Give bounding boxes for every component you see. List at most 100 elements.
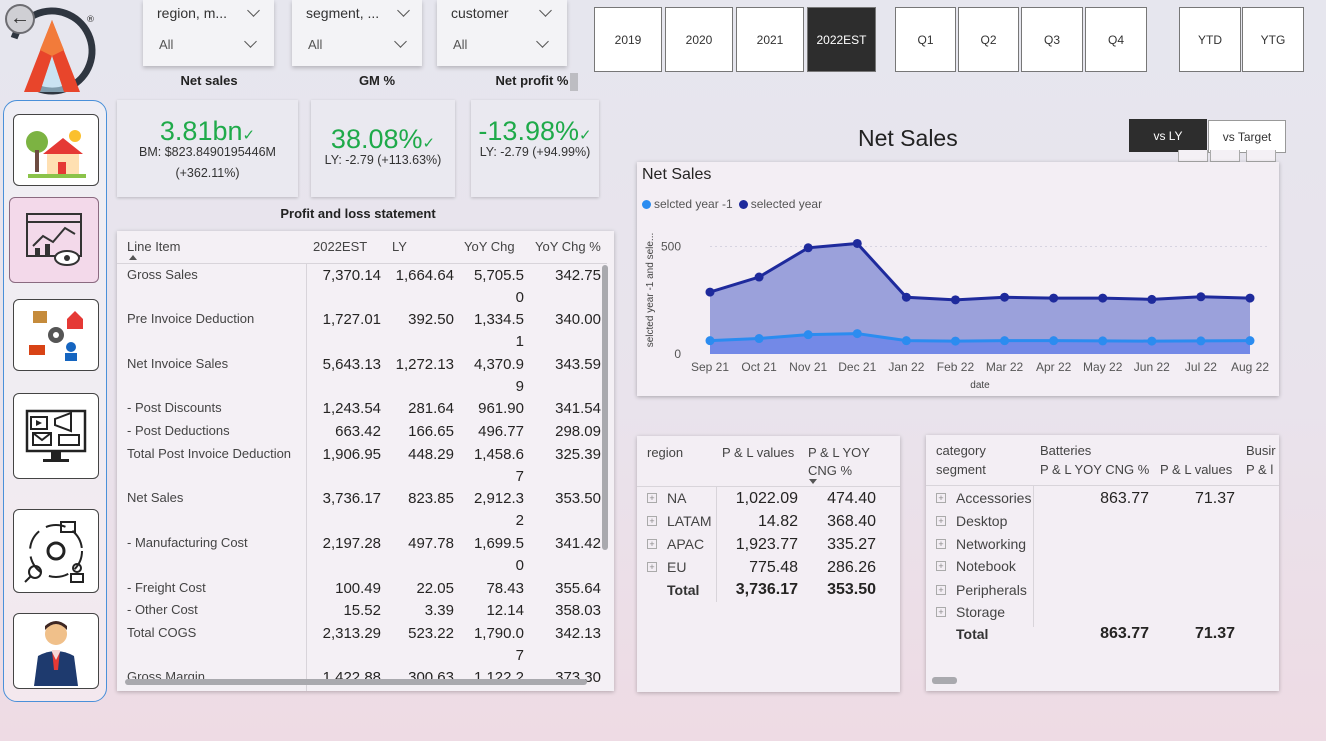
nav-supply-chain-button[interactable] <box>13 299 99 371</box>
expand-icon[interactable]: + <box>936 539 946 549</box>
pl-cell-ly: 1,272.13 <box>395 356 454 373</box>
col-header-pl-yoy[interactable]: P & L YOY <box>808 445 870 460</box>
year-2021-button[interactable]: 2021 <box>736 7 804 72</box>
sort-asc-icon <box>129 255 137 260</box>
segment-slicer[interactable]: segment, ... All <box>292 0 422 66</box>
pl-cell-yoy-chg-pct: 341.42 <box>555 535 601 552</box>
more-options-icon[interactable] <box>1246 150 1276 162</box>
data-point <box>803 330 813 340</box>
data-point <box>1147 336 1157 346</box>
slicer-title: region, m... <box>157 5 228 21</box>
col-header-cng-pct[interactable]: CNG % <box>808 463 852 478</box>
pl-cell-yoy-chg-wrap: 0 <box>515 289 524 306</box>
pl-cell-2022est: 3,736.17 <box>322 490 381 507</box>
data-point <box>705 287 715 297</box>
vs-target-toggle[interactable]: vs Target <box>1208 120 1286 153</box>
col-header-category[interactable]: category <box>936 443 986 458</box>
expand-icon[interactable]: + <box>647 516 657 526</box>
region-slicer[interactable]: region, m... All <box>143 0 274 66</box>
data-point <box>754 272 764 282</box>
col-header-line-item[interactable]: Line Item <box>127 239 180 254</box>
scrollbar-thumb[interactable] <box>570 73 578 91</box>
col-header-ly[interactable]: LY <box>392 239 407 254</box>
net-sales-chart[interactable]: 0 500 Sep 21 Oct 21 Nov 21 Dec 21 Jan 22 Feb 22… <box>637 162 1279 396</box>
col-header-yoy-chg[interactable]: YoY Chg <box>464 239 515 254</box>
gm-kpi-card: 38.08%✓ LY: -2.79 (+113.63%) <box>311 100 455 197</box>
x-tick-label: Feb 22 <box>937 360 975 374</box>
x-tick-label: Jan 22 <box>888 360 924 374</box>
expand-icon[interactable]: + <box>647 539 657 549</box>
data-point <box>705 336 715 346</box>
year-2022est-button[interactable]: 2022EST <box>807 7 876 72</box>
quarter-q2-button[interactable]: Q2 <box>958 7 1019 72</box>
ytg-button[interactable]: YTG <box>1242 7 1304 72</box>
col-header-segment[interactable]: segment <box>936 462 986 477</box>
expand-icon[interactable]: + <box>936 493 946 503</box>
pl-cell-2022est: 1,422.88 <box>322 669 381 686</box>
year-2019-button[interactable]: 2019 <box>594 7 662 72</box>
nav-marketing-button[interactable] <box>13 393 99 479</box>
pl-cell-yoy-chg: 78.43 <box>486 580 524 597</box>
col-header-batteries[interactable]: Batteries <box>1040 443 1091 458</box>
region-row-label: LATAM <box>667 513 712 529</box>
nav-home-button[interactable] <box>13 114 99 186</box>
expand-icon[interactable]: + <box>936 561 946 571</box>
slicer-title: segment, ... <box>306 5 380 21</box>
customer-slicer[interactable]: customer All <box>437 0 567 66</box>
expand-icon[interactable]: + <box>647 562 657 572</box>
chevron-down-icon[interactable] <box>244 35 257 48</box>
horizontal-scrollbar[interactable] <box>932 677 957 684</box>
nav-analytics-button[interactable] <box>9 197 99 283</box>
col-header-pl-values[interactable]: P & L values <box>1160 462 1232 477</box>
quarter-q3-button[interactable]: Q3 <box>1021 7 1083 72</box>
data-point <box>1049 336 1059 346</box>
vs-ly-toggle[interactable]: vs LY <box>1129 119 1207 152</box>
pl-row-label: - Freight Cost <box>127 580 206 595</box>
col-header-yoy-chg-pct[interactable]: YoY Chg % <box>535 239 601 254</box>
pl-cell-yoy-chg-pct: 298.09 <box>555 423 601 440</box>
quarter-q1-button[interactable]: Q1 <box>895 7 956 72</box>
col-header-pl-yoy-cng[interactable]: P & L YOY CNG % <box>1040 462 1149 477</box>
region-cell-yoy-pct: 474.40 <box>827 490 876 507</box>
col-header-pl[interactable]: P & l <box>1246 462 1273 477</box>
data-point <box>1098 293 1108 303</box>
region-row-label: NA <box>667 490 687 506</box>
chevron-down-icon[interactable] <box>536 35 549 48</box>
pl-cell-2022est: 1,727.01 <box>322 311 381 328</box>
category-matrix: category segment Batteries Busir P & L Y… <box>926 435 1279 691</box>
col-header-busi[interactable]: Busir <box>1246 443 1276 458</box>
region-total-label: Total <box>667 582 700 598</box>
data-point <box>901 336 911 346</box>
col-header-2022est[interactable]: 2022EST <box>313 239 367 254</box>
x-tick-label: Jun 22 <box>1134 360 1170 374</box>
pl-cell-yoy-chg-wrap: 7 <box>515 468 524 485</box>
col-header-region[interactable]: region <box>647 445 683 460</box>
pl-cell-ly: 300.63 <box>408 669 454 686</box>
y-axis-title: selcted year -1 and sele... <box>645 233 656 348</box>
region-cell-yoy-pct: 286.26 <box>827 559 876 576</box>
pl-cell-2022est: 1,243.54 <box>322 400 381 417</box>
nav-executive-button[interactable] <box>13 613 99 689</box>
nav-operations-button[interactable] <box>13 509 99 593</box>
year-2020-button[interactable]: 2020 <box>665 7 733 72</box>
net-sales-kpi-title: Net sales <box>180 73 238 88</box>
expand-icon[interactable]: + <box>936 585 946 595</box>
data-point <box>1098 336 1108 346</box>
focus-mode-icon[interactable] <box>1210 150 1240 162</box>
pl-cell-ly: 3.39 <box>424 602 454 619</box>
col-header-pl-values[interactable]: P & L values <box>722 445 794 460</box>
data-point <box>852 329 862 339</box>
slicer-title: customer <box>451 5 509 21</box>
expand-icon[interactable]: + <box>936 607 946 617</box>
horizontal-scrollbar[interactable] <box>125 679 587 685</box>
chevron-down-icon[interactable] <box>394 35 407 48</box>
ytd-button[interactable]: YTD <box>1179 7 1241 72</box>
pl-cell-yoy-chg-pct: 340.00 <box>555 311 601 328</box>
back-arrow-icon[interactable]: ← <box>5 4 35 34</box>
pl-cell-ly: 523.22 <box>408 625 454 642</box>
visual-header-icon[interactable] <box>1178 150 1208 162</box>
quarter-q4-button[interactable]: Q4 <box>1085 7 1147 72</box>
vertical-scrollbar[interactable] <box>602 265 608 550</box>
expand-icon[interactable]: + <box>936 516 946 526</box>
expand-icon[interactable]: + <box>647 493 657 503</box>
